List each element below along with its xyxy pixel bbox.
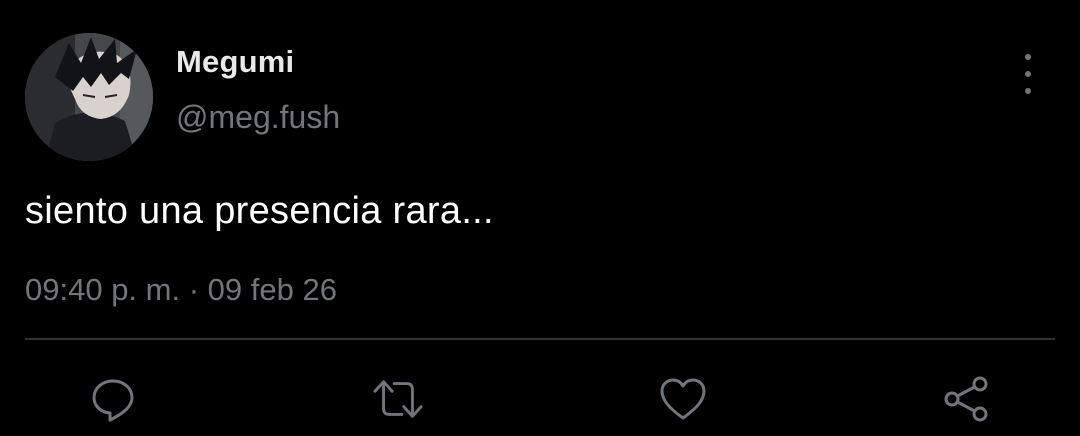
tweet-date: 09 feb 26 bbox=[207, 272, 337, 307]
tweet-text: siento una presencia rara... bbox=[25, 190, 494, 232]
share-button[interactable] bbox=[942, 374, 992, 424]
tweet-detail: Megumi @meg.fush siento una presencia ra… bbox=[0, 0, 1080, 436]
reply-button[interactable] bbox=[88, 374, 138, 424]
avatar[interactable] bbox=[25, 33, 153, 161]
share-icon bbox=[944, 376, 988, 422]
heart-icon bbox=[660, 378, 706, 420]
tweet-timestamp[interactable]: 09:40 p. m. · 09 feb 26 bbox=[25, 272, 337, 308]
author-display-name[interactable]: Megumi bbox=[176, 44, 294, 80]
more-vertical-icon bbox=[1025, 54, 1031, 60]
more-options-button[interactable] bbox=[1010, 54, 1046, 94]
retweet-icon bbox=[373, 380, 423, 418]
divider bbox=[25, 338, 1055, 340]
retweet-button[interactable] bbox=[373, 374, 423, 424]
avatar-image bbox=[25, 33, 153, 161]
more-vertical-icon bbox=[1025, 71, 1031, 77]
meta-separator: · bbox=[188, 272, 200, 307]
tweet-time: 09:40 p. m. bbox=[25, 272, 181, 307]
reply-icon bbox=[92, 379, 134, 422]
like-button[interactable] bbox=[658, 374, 708, 424]
author-handle[interactable]: @meg.fush bbox=[176, 99, 340, 136]
more-vertical-icon bbox=[1025, 88, 1031, 94]
